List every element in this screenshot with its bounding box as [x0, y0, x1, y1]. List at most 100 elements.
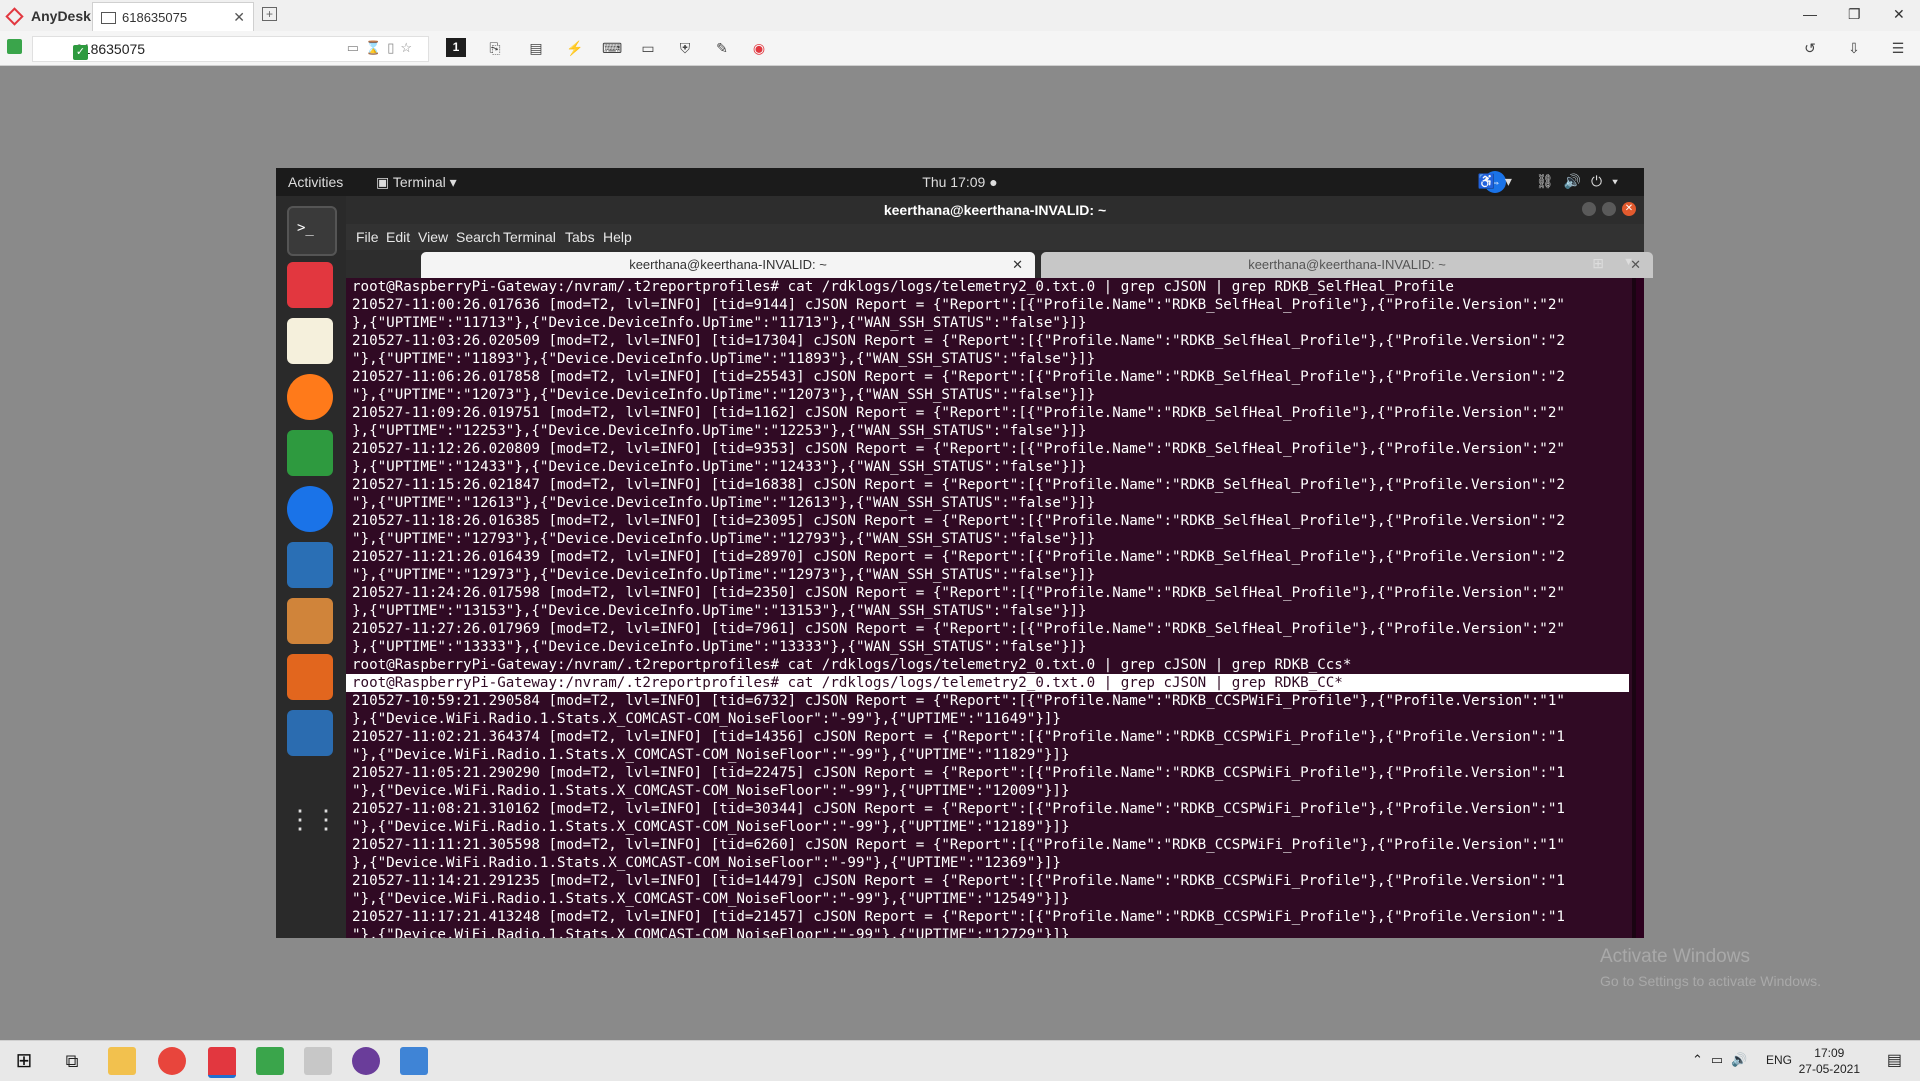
- language-indicator[interactable]: ENG: [1766, 1053, 1792, 1067]
- gnome-clock[interactable]: Thu 17:09 ●: [922, 174, 997, 190]
- action-icon[interactable]: ⚡: [566, 40, 583, 56]
- minimize-icon[interactable]: —: [1803, 6, 1817, 22]
- clock-date: 27-05-2021: [1798, 1062, 1860, 1076]
- terminal-output[interactable]: root@RaspberryPi-Gateway:/nvram/.t2repor…: [346, 278, 1636, 938]
- terminal-line: 210527-11:17:21.413248 [mod=T2, lvl=INFO…: [352, 909, 1565, 925]
- spreadsheet-dock-icon[interactable]: [287, 430, 333, 476]
- start-icon[interactable]: ⊞: [10, 1047, 38, 1075]
- terminal-lines: root@RaspberryPi-Gateway:/nvram/.t2repor…: [346, 278, 1636, 938]
- tab-label: keerthana@keerthana-INVALID: ~: [629, 257, 827, 272]
- close-window-icon[interactable]: ✕: [1893, 6, 1905, 23]
- activate-windows-subtitle: Go to Settings to activate Windows.: [1600, 973, 1821, 989]
- software-center-dock-icon[interactable]: [287, 654, 333, 700]
- close-tab-icon[interactable]: ✕: [1012, 252, 1023, 278]
- draw-icon[interactable]: ✎: [714, 40, 730, 56]
- tool-icon[interactable]: [304, 1047, 332, 1075]
- menu-tabs[interactable]: Tabs: [565, 229, 595, 245]
- clock-time: 17:09: [1814, 1046, 1845, 1060]
- session-tab-label: 618635075: [122, 10, 188, 25]
- file-transfer-icon[interactable]: ⎘: [487, 40, 503, 56]
- show-apps-icon[interactable]: ⋮⋮⋮: [287, 796, 365, 842]
- monitor-icon: [101, 11, 116, 24]
- window-maximize-icon[interactable]: [1602, 202, 1616, 216]
- menu-file[interactable]: File: [356, 229, 379, 245]
- close-tab-icon[interactable]: ✕: [233, 9, 245, 26]
- new-tab-icon[interactable]: +: [262, 7, 277, 21]
- keyboard-icon[interactable]: ⌨: [602, 40, 622, 56]
- menu-search[interactable]: Search: [456, 229, 500, 245]
- terminal-line: 210527-11:06:26.017858 [mod=T2, lvl=INFO…: [352, 369, 1565, 385]
- text-editor-dock-icon[interactable]: [287, 318, 333, 364]
- terminal-line: 210527-11:03:26.020509 [mod=T2, lvl=INFO…: [352, 333, 1565, 349]
- anydesk-brand-label: AnyDesk: [31, 8, 91, 24]
- display-icon[interactable]: ▭: [640, 40, 656, 56]
- taskbar-clock[interactable]: 17:09 27-05-2021: [1799, 1045, 1860, 1077]
- menu-help[interactable]: Help: [603, 229, 632, 245]
- terminal-tab-active[interactable]: keerthana@keerthana-INVALID: ~ ✕: [421, 252, 1035, 278]
- app-menu-label: Terminal ▾: [392, 174, 457, 190]
- anydesk-dock-icon[interactable]: [287, 262, 333, 308]
- presentation-dock-icon[interactable]: [287, 598, 333, 644]
- terminal-line: "},{"UPTIME":"11893"},{"Device.DeviceInf…: [352, 351, 1096, 367]
- terminal-line: 210527-11:24:26.017598 [mod=T2, lvl=INFO…: [352, 585, 1565, 601]
- address-actions-icons[interactable]: ▭⌛▯☆: [347, 40, 418, 56]
- terminal-line: 210527-11:27:26.017969 [mod=T2, lvl=INFO…: [352, 621, 1565, 637]
- system-monitor-dock-icon[interactable]: [287, 542, 333, 588]
- system-tray-icons[interactable]: ♿▾ ⛓🔊⏻▾: [1477, 173, 1628, 190]
- activities-button[interactable]: Activities: [288, 174, 343, 190]
- menu-edit[interactable]: Edit: [386, 229, 410, 245]
- chat-icon[interactable]: ▤: [528, 40, 544, 56]
- anydesk-titlebar: AnyDesk 618635075 ✕ + — ❐ ✕: [0, 0, 1920, 32]
- connection-status-icon[interactable]: [7, 39, 22, 54]
- terminal-line: "},{"Device.WiFi.Radio.1.Stats.X_COMCAST…: [352, 747, 1070, 763]
- menu-terminal[interactable]: Terminal: [503, 229, 556, 245]
- app-icon[interactable]: [400, 1047, 428, 1075]
- teamviewer-dock-icon[interactable]: [287, 486, 333, 532]
- task-view-icon[interactable]: ⧉: [58, 1047, 86, 1075]
- slack-icon[interactable]: [352, 1047, 380, 1075]
- remote-screen[interactable]: Activities ▣ Terminal ▾ Thu 17:09 ● ⇔ ♿▾…: [276, 168, 1653, 938]
- system-tray-icons[interactable]: ⌃▭🔊: [1692, 1052, 1755, 1068]
- menu-view[interactable]: View: [418, 229, 448, 245]
- restore-icon[interactable]: ❐: [1848, 6, 1861, 23]
- app-menu[interactable]: ▣ Terminal ▾: [376, 174, 457, 191]
- terminal-line: },{"UPTIME":"12433"},{"Device.DeviceInfo…: [352, 459, 1087, 475]
- terminal-line: "},{"Device.WiFi.Radio.1.Stats.X_COMCAST…: [352, 819, 1070, 835]
- terminal-line: "},{"UPTIME":"12793"},{"Device.DeviceInf…: [352, 531, 1096, 547]
- file-explorer-icon[interactable]: [108, 1047, 136, 1075]
- window-close-icon[interactable]: ✕: [1622, 202, 1636, 216]
- chrome-icon[interactable]: [158, 1047, 186, 1075]
- notepad-plus-icon[interactable]: [256, 1047, 284, 1075]
- terminal-line: },{"UPTIME":"12253"},{"Device.DeviceInfo…: [352, 423, 1087, 439]
- window-minimize-icon[interactable]: [1582, 202, 1596, 216]
- new-tab-icon[interactable]: ⊞: [1592, 255, 1604, 272]
- terminal-line: 210527-11:15:26.021847 [mod=T2, lvl=INFO…: [352, 477, 1565, 493]
- terminal-line: },{"UPTIME":"13333"},{"Device.DeviceInfo…: [352, 639, 1087, 655]
- terminal-menubar: File Edit View Search Terminal Tabs Help: [346, 224, 1644, 250]
- terminal-line: "},{"Device.WiFi.Radio.1.Stats.X_COMCAST…: [352, 783, 1070, 799]
- menu-icon[interactable]: ☰: [1890, 40, 1906, 56]
- terminal-line: 210527-11:14:21.291235 [mod=T2, lvl=INFO…: [352, 873, 1565, 889]
- address-bar[interactable]: ✓ 618635075 ▭⌛▯☆: [32, 36, 429, 62]
- terminal-scrollbar[interactable]: [1632, 278, 1636, 938]
- terminal-line: "},{"UPTIME":"12973"},{"Device.DeviceInf…: [352, 567, 1096, 583]
- terminal-line: 210527-11:21:26.016439 [mod=T2, lvl=INFO…: [352, 549, 1565, 565]
- terminal-line: 210527-11:18:26.016385 [mod=T2, lvl=INFO…: [352, 513, 1565, 529]
- firefox-dock-icon[interactable]: [287, 374, 333, 420]
- display-select-button[interactable]: 1: [446, 38, 466, 57]
- terminal-tab[interactable]: keerthana@keerthana-INVALID: ~ ✕: [1041, 252, 1653, 278]
- terminal-tabbar: keerthana@keerthana-INVALID: ~ ✕ keertha…: [346, 250, 1653, 278]
- notification-icon[interactable]: ▤: [1887, 1050, 1902, 1070]
- record-icon[interactable]: ◉: [751, 40, 767, 56]
- anydesk-taskbar-icon[interactable]: [208, 1047, 236, 1078]
- terminal-line: },{"UPTIME":"11713"},{"Device.DeviceInfo…: [352, 315, 1087, 331]
- history-icon[interactable]: ↺: [1802, 40, 1818, 56]
- download-icon[interactable]: ⇩: [1846, 40, 1862, 56]
- permissions-icon[interactable]: ⛨: [677, 40, 693, 56]
- terminal-dock-icon[interactable]: >_: [287, 206, 337, 256]
- tab-menu-icon[interactable]: ▼: [1623, 256, 1634, 268]
- terminal-line: 210527-10:59:21.290584 [mod=T2, lvl=INFO…: [352, 693, 1565, 709]
- writer-dock-icon[interactable]: [287, 710, 333, 756]
- terminal-line: "},{"UPTIME":"12613"},{"Device.DeviceInf…: [352, 495, 1096, 511]
- anydesk-session-tab[interactable]: 618635075 ✕: [92, 2, 254, 32]
